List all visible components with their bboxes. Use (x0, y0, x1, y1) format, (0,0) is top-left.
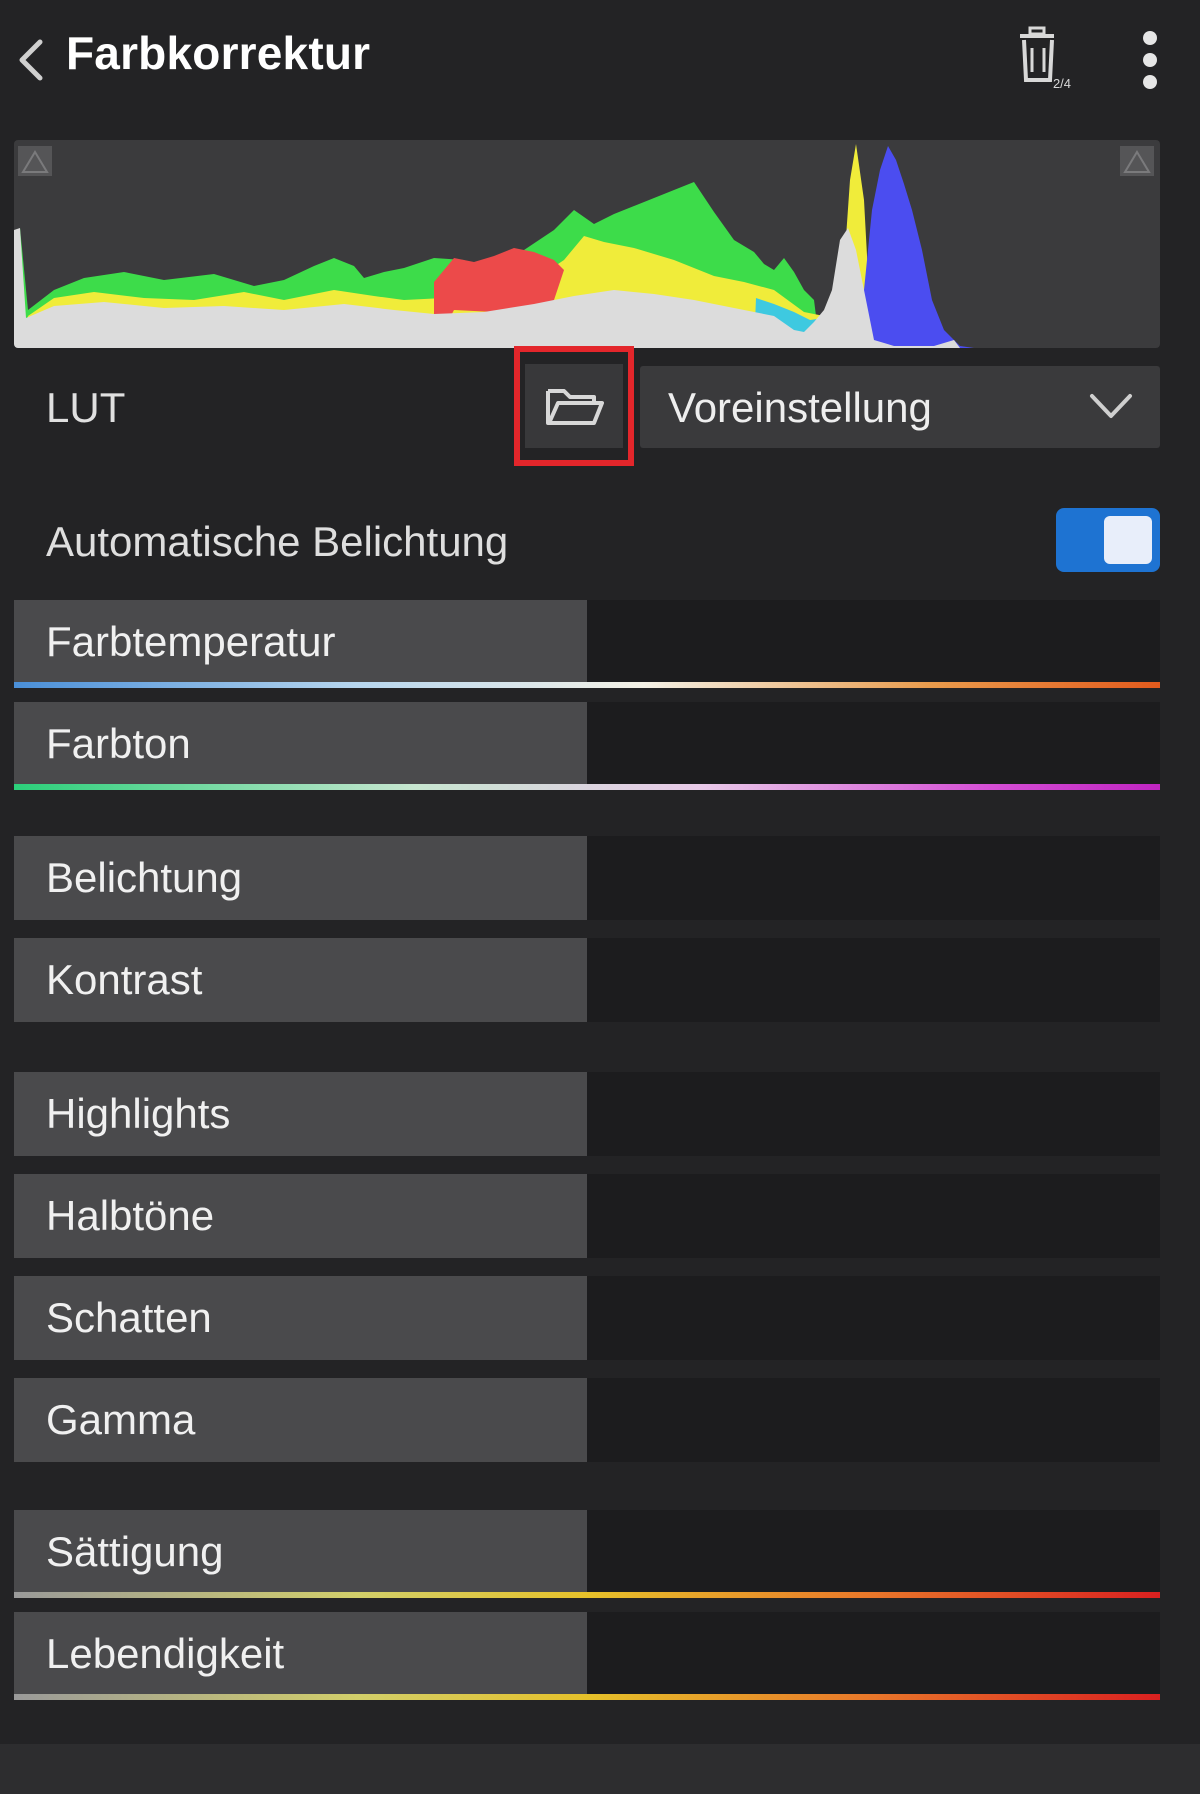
auto-exposure-label: Automatische Belichtung (46, 518, 509, 565)
slider-gradient-track (14, 1592, 1160, 1598)
clipping-warning-icon[interactable] (18, 146, 52, 176)
histogram (14, 140, 1160, 348)
trash-icon[interactable]: 2/4 (1010, 22, 1076, 102)
clipping-warning-icon[interactable] (1120, 146, 1154, 176)
slider-label: Gamma (46, 1396, 196, 1443)
slider-label: Belichtung (46, 854, 243, 901)
slider-lebendigkeit[interactable]: Lebendigkeit (14, 1612, 1160, 1700)
slider-gradient-track (14, 1694, 1160, 1700)
slider-gradient-track (14, 784, 1160, 790)
lut-preset-dropdown[interactable]: Voreinstellung (640, 366, 1160, 448)
chevron-down-icon (1090, 394, 1132, 418)
more-vertical-icon[interactable] (1120, 22, 1180, 102)
slider-label: Kontrast (46, 956, 203, 1003)
slider-farbtemperatur[interactable]: Farbtemperatur (14, 600, 1160, 688)
slider-label: Lebendigkeit (46, 1630, 285, 1677)
slider-halbtoene[interactable]: Halbtöne (14, 1174, 1160, 1258)
slider-farbton[interactable]: Farbton (14, 702, 1160, 790)
slider-label: Halbtöne (46, 1192, 215, 1239)
chevron-left-icon[interactable] (6, 28, 54, 92)
bottom-bar (0, 1744, 1200, 1794)
header-bar: Farbkorrektur 2/4 (0, 0, 1200, 120)
lut-preset-value: Voreinstellung (668, 384, 932, 431)
lut-label: LUT (46, 384, 126, 431)
page-title: Farbkorrektur (66, 27, 371, 79)
histogram-blue (854, 146, 974, 348)
slider-gradient-track (14, 682, 1160, 688)
slider-label: Highlights (46, 1090, 231, 1137)
lut-folder-button[interactable] (514, 346, 634, 466)
trash-badge: 2/4 (1053, 76, 1071, 91)
slider-belichtung[interactable]: Belichtung (14, 836, 1160, 920)
folder-open-icon (546, 389, 604, 425)
slider-saettigung[interactable]: Sättigung (14, 1510, 1160, 1598)
slider-schatten[interactable]: Schatten (14, 1276, 1160, 1360)
lut-folder-button-bg (525, 364, 623, 448)
slider-label: Schatten (46, 1294, 212, 1341)
auto-exposure-toggle[interactable] (1056, 508, 1160, 572)
slider-gamma[interactable]: Gamma (14, 1378, 1160, 1462)
slider-label: Sättigung (46, 1528, 224, 1575)
slider-highlights[interactable]: Highlights (14, 1072, 1160, 1156)
slider-label: Farbton (46, 720, 191, 767)
toggle-knob (1104, 516, 1152, 564)
slider-kontrast[interactable]: Kontrast (14, 938, 1160, 1022)
slider-label: Farbtemperatur (46, 618, 336, 665)
